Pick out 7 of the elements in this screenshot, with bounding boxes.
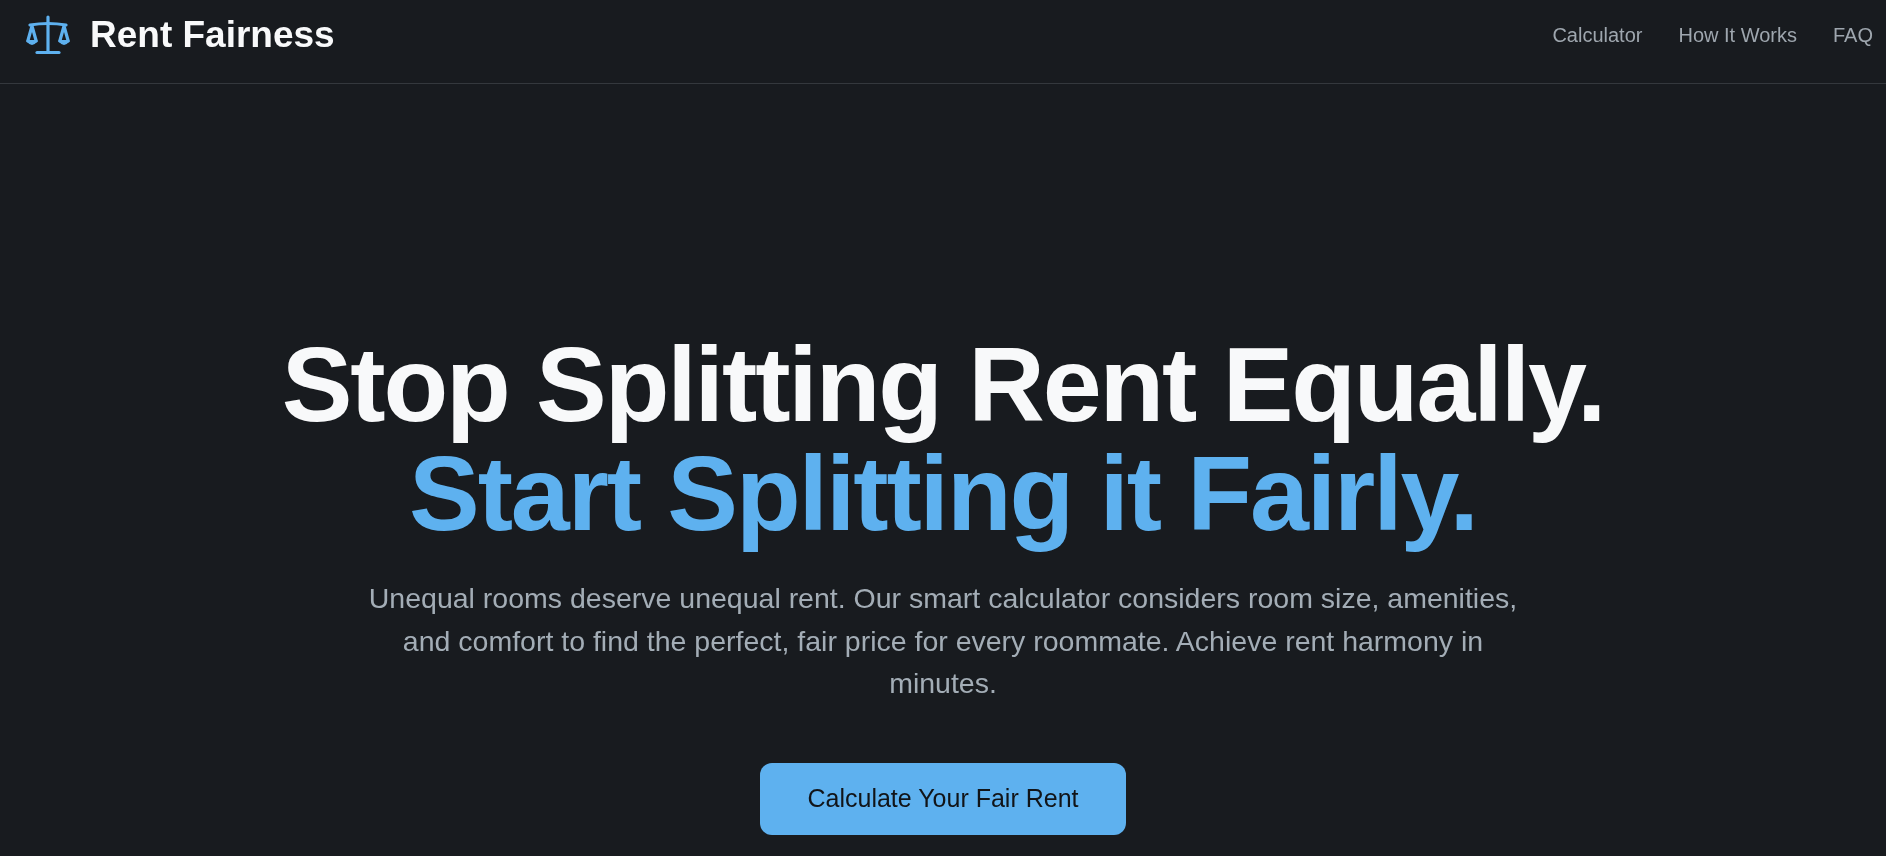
nav-link[interactable]: How It Works: [1678, 23, 1797, 47]
brand-name: Rent Fairness: [90, 14, 335, 56]
nav-link[interactable]: FAQ: [1833, 23, 1873, 47]
nav-link[interactable]: Calculator: [1552, 23, 1643, 47]
hero-description: Unequal rooms deserve unequal rent. Our smart calculator considers room size, amenities, and comfort to find the perfect, fair price for every roommate. Achieve rent harmony in minutes.: [367, 581, 1519, 701]
calculate-button[interactable]: Calculate Your Fair Rent: [759, 762, 1127, 835]
scales-icon: [26, 15, 70, 55]
